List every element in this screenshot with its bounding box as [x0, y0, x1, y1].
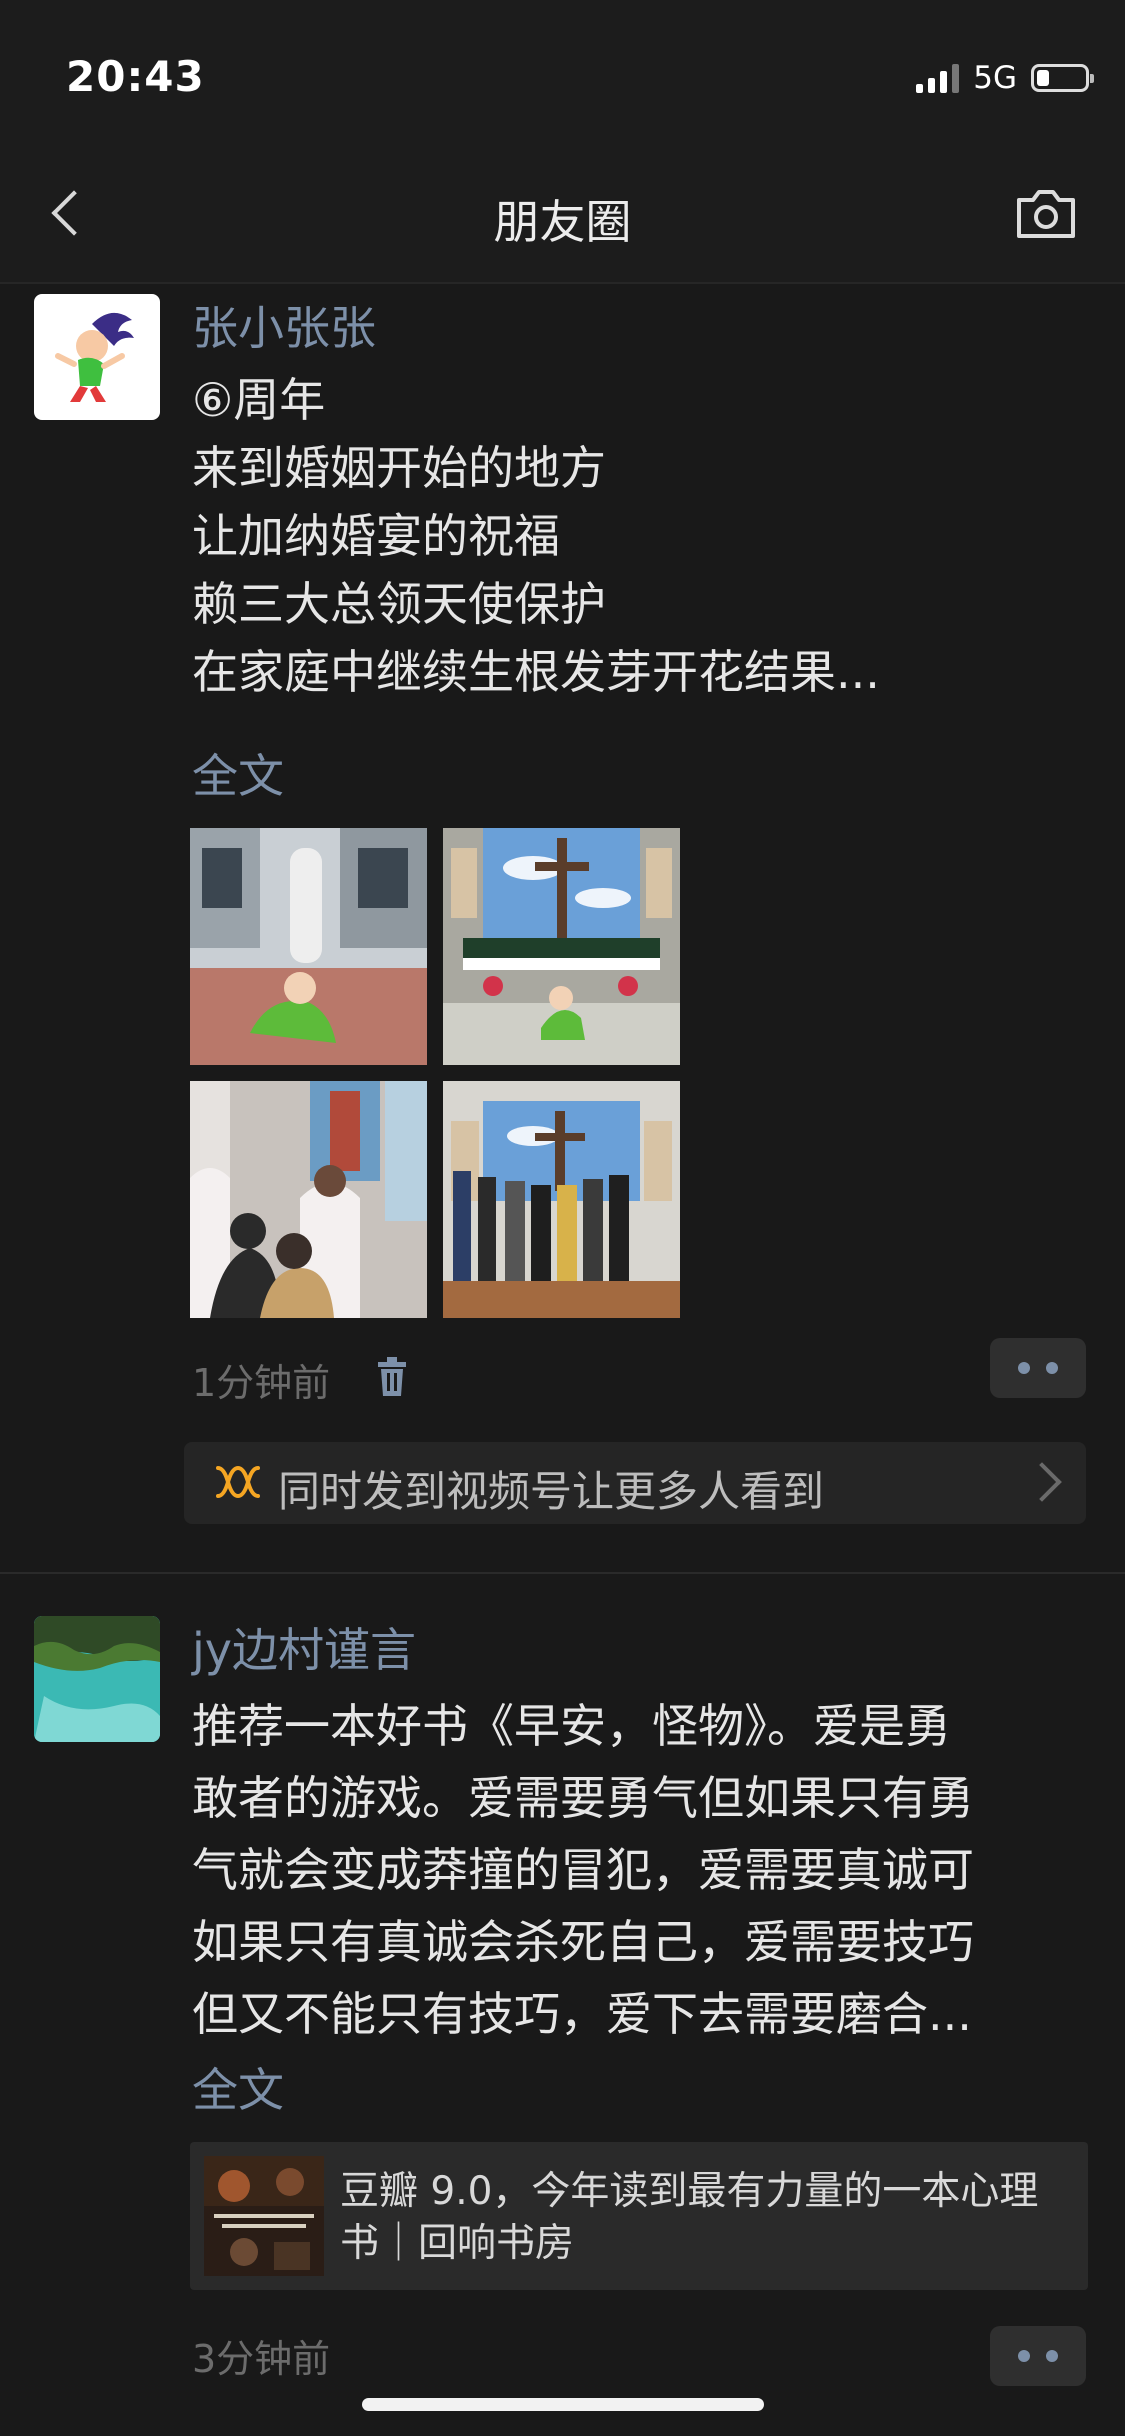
moment-post: 张小张张 ⑥周年 来到婚姻开始的地方 让加纳婚宴的祝福 赖三大总领天使保护 在家…: [0, 282, 1125, 1572]
channels-label: 同时发到视频号让更多人看到: [278, 1467, 825, 1516]
post-text-line: 但又不能只有技巧，爱下去需要磨合...: [192, 1987, 972, 2041]
link-thumbnail: [204, 2156, 324, 2276]
shared-link-card[interactable]: 豆瓣 9.0，今年读到最有力量的一本心理书｜回响书房: [190, 2142, 1088, 2290]
network-type: 5G: [973, 60, 1017, 96]
post-text-line: 赖三大总领天使保护: [192, 577, 606, 631]
more-icon[interactable]: [990, 2326, 1086, 2386]
photo-thumbnail[interactable]: [443, 1081, 680, 1318]
home-indicator[interactable]: [362, 2398, 764, 2411]
photo-thumbnail[interactable]: [190, 828, 427, 1065]
channels-prompt[interactable]: 同时发到视频号让更多人看到: [184, 1442, 1086, 1524]
post-text-line: 来到婚姻开始的地方: [192, 441, 606, 495]
post-text-line: 推荐一本好书《早安，怪物》。爱是勇: [192, 1699, 951, 1753]
post-text-line: 让加纳婚宴的祝福: [192, 509, 560, 563]
page-title: 朋友圈: [493, 195, 632, 249]
avatar[interactable]: [34, 1616, 160, 1742]
chevron-right-icon: [1022, 1462, 1062, 1502]
post-text-line: ⑥周年: [192, 373, 326, 427]
full-text-link[interactable]: 全文: [192, 2054, 284, 2120]
top-bar: 20:43 5G 朋友圈: [0, 0, 1125, 284]
link-title: 豆瓣 9.0，今年读到最有力量的一本心理书｜回响书房: [340, 2169, 1039, 2266]
battery-icon: [1031, 64, 1094, 92]
signal-icon: [916, 63, 960, 93]
photo-thumbnail[interactable]: [190, 1081, 427, 1318]
moment-post: jy边村谨言 推荐一本好书《早安，怪物》。爱是勇 敢者的游戏。爱需要勇气但如果只…: [0, 1574, 1125, 2436]
avatar[interactable]: [34, 294, 160, 420]
camera-icon[interactable]: [1013, 186, 1079, 242]
post-author[interactable]: jy边村谨言: [192, 1614, 416, 1680]
post-text-line: 气就会变成莽撞的冒犯，爱需要真诚可: [192, 1843, 974, 1897]
post-time: 3分钟前: [192, 2337, 331, 2381]
channels-icon: [216, 1465, 260, 1499]
more-icon[interactable]: [990, 1338, 1086, 1398]
post-text-line: 敢者的游戏。爱需要勇气但如果只有勇: [192, 1771, 974, 1825]
post-text-line: 如果只有真诚会杀死自己，爱需要技巧: [192, 1915, 974, 1969]
post-author[interactable]: 张小张张: [192, 292, 376, 358]
status-icons: 5G: [916, 60, 1094, 96]
post-text: 推荐一本好书《早安，怪物》。爱是勇 敢者的游戏。爱需要勇气但如果只有勇 气就会变…: [192, 1690, 974, 2050]
post-time: 1分钟前: [192, 1361, 331, 1405]
status-time: 20:43: [66, 52, 205, 101]
photo-thumbnail[interactable]: [443, 828, 680, 1065]
photo-grid: [190, 828, 680, 1318]
post-text: ⑥周年 来到婚姻开始的地方 让加纳婚宴的祝福 赖三大总领天使保护 在家庭中继续生…: [192, 366, 880, 706]
post-text-line: 在家庭中继续生根发芽开花结果...: [192, 645, 880, 699]
trash-icon[interactable]: [374, 1356, 410, 1398]
full-text-link[interactable]: 全文: [192, 740, 284, 806]
